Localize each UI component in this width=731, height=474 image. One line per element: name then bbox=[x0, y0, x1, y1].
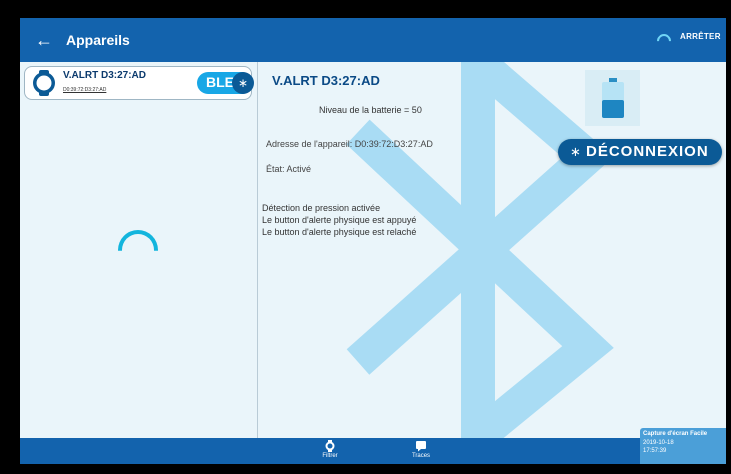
capture-title: Capture d'écran Facile bbox=[643, 431, 708, 437]
device-address: Adresse de l'appareil: D0:39:72:D3:27:AD bbox=[266, 139, 433, 149]
message-icon bbox=[416, 441, 426, 452]
watch-icon bbox=[33, 70, 55, 96]
nav-filter[interactable]: Filtrer bbox=[300, 440, 360, 462]
log-line: Le button d'alerte physique est relaché bbox=[262, 227, 417, 237]
device-list-panel: V.ALRT D3:27:AD D0:39:72:D3:27:AD BLE ∗ bbox=[20, 62, 258, 438]
device-state: État: Activé bbox=[266, 164, 312, 174]
capture-time: 17:57:39 bbox=[643, 448, 667, 454]
capture-overlay[interactable]: Capture d'écran Facile 2019-10-18 17:57:… bbox=[640, 428, 726, 464]
back-arrow-icon[interactable]: ← bbox=[32, 28, 56, 52]
device-name: V.ALRT D3:27:AD bbox=[63, 70, 146, 81]
ble-label: BLE bbox=[206, 74, 234, 90]
device-title: V.ALRT D3:27:AD bbox=[272, 73, 380, 88]
ble-badge[interactable]: BLE ∗ bbox=[197, 72, 254, 94]
scan-spinner-icon bbox=[654, 31, 674, 51]
watch-icon bbox=[325, 440, 335, 452]
log-line: Le button d'alerte physique est appuyé bbox=[262, 215, 417, 225]
device-detail-panel: V.ALRT D3:27:AD Niveau de la batterie = … bbox=[258, 62, 726, 438]
nav-traces[interactable]: Traces bbox=[391, 440, 451, 462]
disconnect-label: DÉCONNEXION bbox=[586, 143, 709, 160]
bluetooth-watermark-icon bbox=[346, 62, 614, 438]
device-mac: D0:39:72:D3:27:AD bbox=[63, 87, 107, 93]
battery-level-text: Niveau de la batterie = 50 bbox=[319, 105, 422, 115]
battery-icon bbox=[602, 78, 624, 118]
app-screen: ← Appareils ARRÊTER V.ALRT D3:27:AD D0:3… bbox=[20, 18, 726, 464]
bottom-nav: Filtrer Traces bbox=[20, 438, 726, 464]
capture-date: 2019-10-18 bbox=[643, 440, 674, 446]
device-list-item[interactable]: V.ALRT D3:27:AD D0:39:72:D3:27:AD BLE ∗ bbox=[24, 66, 254, 100]
nav-traces-label: Traces bbox=[411, 453, 431, 459]
stop-button[interactable]: ARRÊTER bbox=[680, 32, 721, 41]
battery-panel bbox=[585, 70, 640, 126]
app-bar: ← Appareils ARRÊTER bbox=[20, 18, 726, 62]
bluetooth-icon: ∗ bbox=[232, 72, 254, 94]
log-line: Détection de pression activée bbox=[262, 203, 381, 213]
disconnect-button[interactable]: ∗ DÉCONNEXION bbox=[558, 139, 722, 165]
nav-filter-label: Filtrer bbox=[322, 453, 338, 459]
bluetooth-icon: ∗ bbox=[570, 144, 581, 159]
page-title: Appareils bbox=[66, 32, 130, 48]
loading-spinner-icon bbox=[118, 230, 158, 251]
